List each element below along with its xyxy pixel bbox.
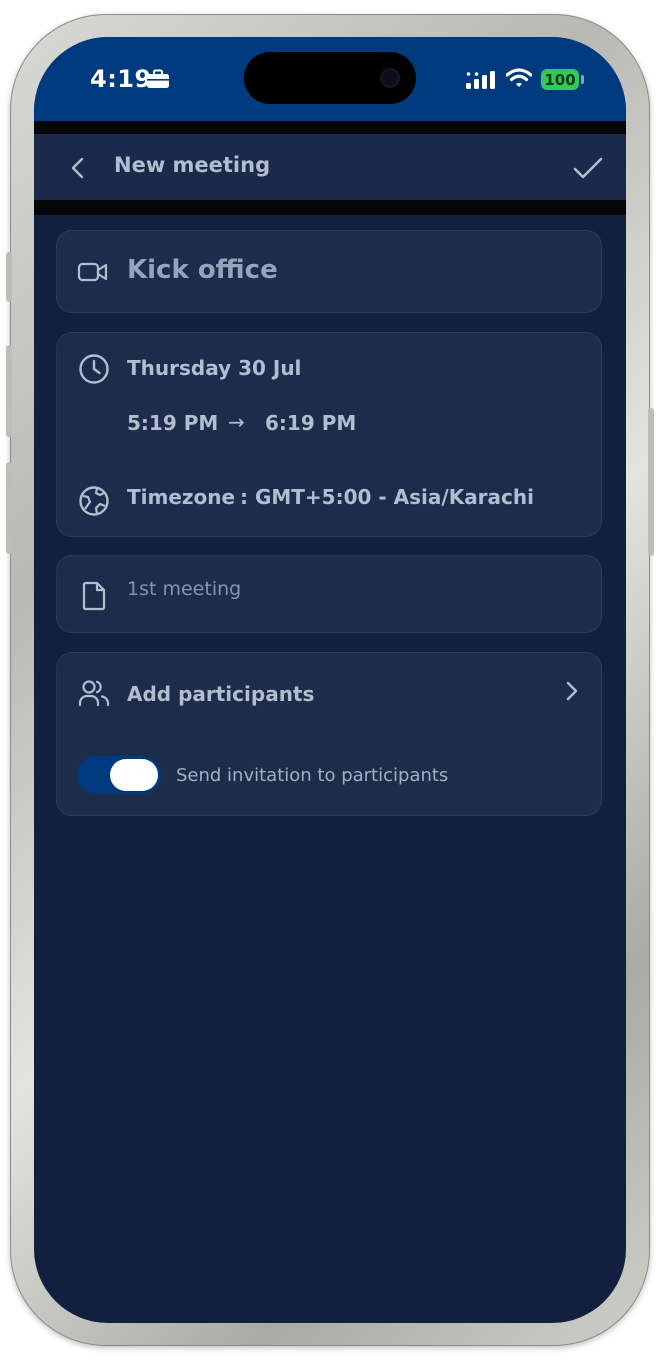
battery-level: 100 xyxy=(544,70,576,89)
divider xyxy=(34,121,626,134)
volume-down-button xyxy=(6,462,12,554)
document-icon xyxy=(79,580,109,612)
add-participants-row[interactable]: Add participants xyxy=(57,653,603,733)
page-title: New meeting xyxy=(114,153,271,177)
back-button[interactable] xyxy=(58,148,98,188)
note-card[interactable]: 1st meeting xyxy=(56,555,602,633)
status-bar: 4:19 100 xyxy=(34,37,626,121)
chevron-left-icon xyxy=(71,157,84,179)
briefcase-icon xyxy=(147,69,169,88)
power-button xyxy=(648,408,654,556)
screen: 4:19 100 New meeting Kick office Thursda… xyxy=(34,37,626,1323)
meeting-date[interactable]: Thursday 30 Jul xyxy=(127,356,301,380)
send-invitation-toggle[interactable] xyxy=(77,756,161,794)
meeting-title-card[interactable]: Kick office xyxy=(56,230,602,313)
clock-icon xyxy=(77,352,111,386)
app-header: New meeting xyxy=(34,134,626,200)
save-button[interactable] xyxy=(568,148,608,188)
checkmark-icon xyxy=(573,157,603,179)
status-time: 4:19 xyxy=(90,65,152,93)
timezone-label: Timezone xyxy=(127,485,236,509)
chevron-right-icon xyxy=(566,681,578,701)
divider xyxy=(34,200,626,215)
end-time[interactable]: 6:19 PM xyxy=(265,411,356,435)
date-time-card: Thursday 30 Jul 5:19 PM → 6:19 PM Timezo… xyxy=(56,332,602,537)
meeting-note-input[interactable]: 1st meeting xyxy=(127,578,241,600)
signal-icon xyxy=(466,71,495,89)
start-time[interactable]: 5:19 PM xyxy=(127,411,218,435)
video-camera-icon xyxy=(77,258,109,286)
wifi-icon xyxy=(506,68,532,87)
camera-lens xyxy=(382,70,398,86)
timezone-value[interactable]: : GMT+5:00 - Asia/Karachi xyxy=(240,485,534,509)
add-participants-label: Add participants xyxy=(127,682,315,706)
participants-card: Add participants Send invitation to part… xyxy=(56,652,602,816)
globe-icon xyxy=(77,484,111,518)
people-icon xyxy=(77,677,111,709)
meeting-title-input[interactable]: Kick office xyxy=(127,255,278,285)
dynamic-island xyxy=(244,52,416,104)
action-button xyxy=(6,252,12,302)
send-invitation-label: Send invitation to participants xyxy=(176,765,449,786)
battery-tip xyxy=(581,75,584,84)
arrow-right-icon: → xyxy=(228,410,245,434)
volume-up-button xyxy=(6,345,12,437)
battery-icon: 100 xyxy=(541,69,579,90)
toggle-knob xyxy=(110,759,158,791)
